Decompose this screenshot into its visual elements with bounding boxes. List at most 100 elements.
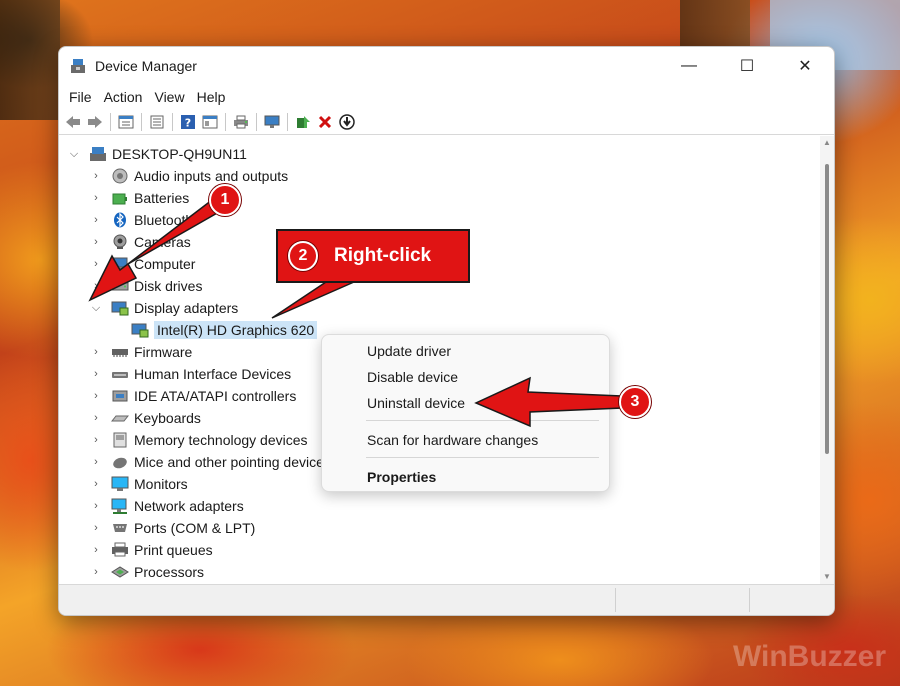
chevron-right-icon[interactable]: ›	[89, 235, 103, 249]
watermark: WinBuzzer	[732, 640, 886, 673]
firmware-icon	[111, 344, 129, 360]
update-icon[interactable]	[147, 112, 167, 132]
chevron-right-icon[interactable]: ›	[89, 477, 103, 491]
chevron-right-icon[interactable]: ›	[89, 191, 103, 205]
scroll-up-icon[interactable]: ▲	[823, 139, 831, 147]
tree-category[interactable]: › Processors	[89, 561, 204, 583]
chevron-right-icon[interactable]: ›	[89, 279, 103, 293]
menu-file[interactable]: File	[63, 85, 98, 109]
chevron-right-icon[interactable]: ›	[89, 521, 103, 535]
tree-category[interactable]: › Monitors	[89, 473, 188, 495]
monitor-icon[interactable]	[262, 112, 282, 132]
tree-category[interactable]: › Network adapters	[89, 495, 244, 517]
callout-text: Right-click	[334, 245, 432, 266]
tree-device-selected[interactable]: Intel(R) HD Graphics 620	[111, 319, 318, 341]
help-icon[interactable]: ?	[178, 112, 198, 132]
chevron-down-icon[interactable]: ⌵	[89, 301, 103, 315]
right-click-callout: 2 Right-click	[276, 229, 470, 283]
tree-category[interactable]: › Firmware	[89, 341, 192, 363]
battery-icon	[111, 190, 129, 206]
display-adapter-icon	[131, 322, 149, 338]
chevron-right-icon[interactable]: ›	[89, 367, 103, 381]
chevron-down-icon[interactable]: ⌵	[67, 147, 81, 161]
port-icon	[111, 520, 129, 536]
memory-icon	[111, 432, 129, 448]
menu-disable-device[interactable]: Disable device	[367, 369, 458, 385]
tree-category-expanded[interactable]: ⌵ Display adapters	[89, 297, 238, 319]
vertical-scrollbar[interactable]: ▲ ▼	[820, 136, 834, 584]
display-adapter-icon	[111, 300, 129, 316]
chevron-right-icon[interactable]: ›	[89, 411, 103, 425]
bluetooth-icon	[111, 212, 129, 228]
tree-category[interactable]: › Keyboards	[89, 407, 201, 429]
download-icon[interactable]	[337, 112, 357, 132]
menu-action[interactable]: Action	[98, 85, 149, 109]
chevron-right-icon[interactable]: ›	[89, 257, 103, 271]
tree-category[interactable]: › Disk drives	[89, 275, 202, 297]
hid-icon	[111, 366, 129, 382]
minimize-button[interactable]: —	[660, 47, 718, 85]
chevron-right-icon[interactable]: ›	[89, 345, 103, 359]
properties-icon[interactable]	[116, 112, 136, 132]
chevron-right-icon[interactable]: ›	[89, 213, 103, 227]
status-bar	[59, 584, 834, 615]
processor-icon	[111, 564, 129, 580]
tree-category[interactable]: › IDE ATA/ATAPI controllers	[89, 385, 296, 407]
chevron-right-icon[interactable]: ›	[89, 455, 103, 469]
tree-root[interactable]: ⌵ DESKTOP-QH9UN11	[67, 143, 247, 165]
menu-uninstall-device[interactable]: Uninstall device	[367, 395, 465, 411]
back-icon[interactable]	[63, 112, 83, 132]
scroll-thumb[interactable]	[825, 164, 829, 454]
enable-icon[interactable]	[293, 112, 313, 132]
scroll-down-icon[interactable]: ▼	[823, 573, 831, 581]
tree-category[interactable]: › Print queues	[89, 539, 212, 561]
svg-text:?: ?	[185, 116, 191, 129]
device-manager-icon	[69, 57, 87, 75]
tree-category[interactable]: › Human Interface Devices	[89, 363, 291, 385]
computer-icon	[111, 256, 129, 272]
intel-graphics-label: Intel(R) HD Graphics 620	[154, 321, 318, 339]
tree-category[interactable]: › Ports (COM & LPT)	[89, 517, 255, 539]
disk-icon	[111, 278, 129, 294]
chevron-right-icon[interactable]: ›	[89, 499, 103, 513]
mouse-icon	[111, 454, 129, 470]
keyboard-icon	[110, 410, 130, 426]
tree-category[interactable]: › Audio inputs and outputs	[89, 165, 288, 187]
uninstall-icon[interactable]	[315, 112, 335, 132]
chevron-right-icon[interactable]: ›	[89, 543, 103, 557]
tree-category[interactable]: › Cameras	[89, 231, 191, 253]
tree-category[interactable]: › Batteries	[89, 187, 189, 209]
toolbar: ?	[59, 109, 834, 135]
monitor-icon	[111, 476, 129, 492]
menu-scan-hardware[interactable]: Scan for hardware changes	[367, 432, 538, 448]
maximize-button[interactable]: ☐	[718, 47, 776, 85]
title-bar[interactable]: Device Manager — ☐ ✕	[59, 47, 834, 85]
step1-badge: 1	[209, 184, 241, 216]
chevron-right-icon[interactable]: ›	[89, 433, 103, 447]
menu-help[interactable]: Help	[191, 85, 232, 109]
tree-category[interactable]: › Bluetooth	[89, 209, 193, 231]
chevron-right-icon[interactable]: ›	[89, 389, 103, 403]
tree-category[interactable]: › Mice and other pointing devices	[89, 451, 331, 473]
context-menu: Update driver Disable device Uninstall d…	[321, 334, 610, 492]
speaker-icon	[111, 168, 129, 184]
chevron-right-icon[interactable]: ›	[89, 169, 103, 183]
network-adapter-icon	[111, 498, 129, 514]
chevron-right-icon[interactable]: ›	[89, 565, 103, 579]
camera-icon	[111, 234, 129, 250]
print-icon[interactable]	[231, 112, 251, 132]
window-title: Device Manager	[95, 58, 197, 74]
view-icon[interactable]	[200, 112, 220, 132]
step3-badge: 3	[619, 386, 651, 418]
tree-category[interactable]: › Computer	[89, 253, 195, 275]
printer-icon	[111, 542, 129, 558]
menu-properties[interactable]: Properties	[367, 469, 436, 485]
menu-update-driver[interactable]: Update driver	[367, 343, 451, 359]
menu-view[interactable]: View	[148, 85, 190, 109]
computer-name: DESKTOP-QH9UN11	[112, 146, 247, 162]
close-button[interactable]: ✕	[776, 47, 834, 85]
forward-icon[interactable]	[85, 112, 105, 132]
device-manager-window: Device Manager — ☐ ✕ File Action View He…	[58, 46, 835, 616]
tree-category[interactable]: › Memory technology devices	[89, 429, 307, 451]
step2-badge: 2	[288, 241, 318, 271]
